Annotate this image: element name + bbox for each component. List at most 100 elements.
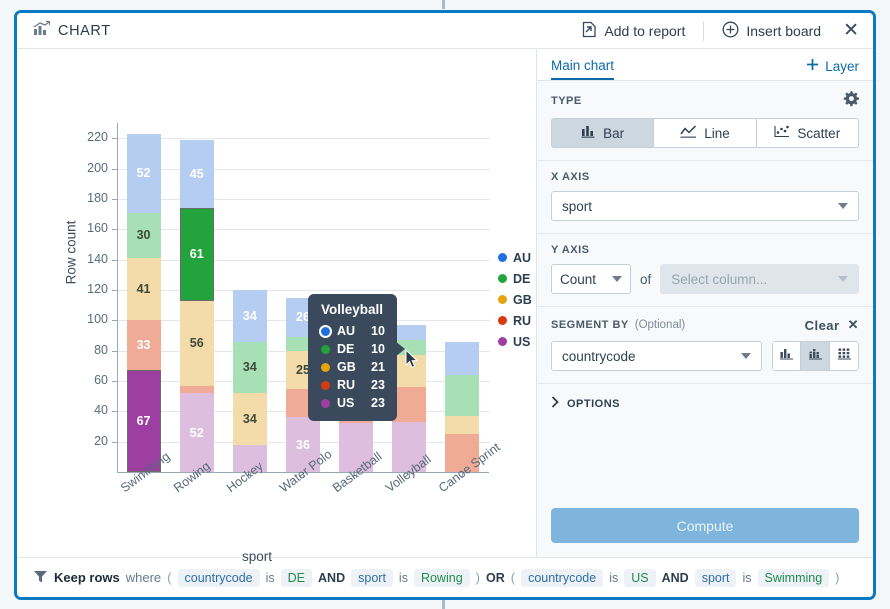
tooltip-color-dot: [321, 344, 330, 354]
filter-value-4[interactable]: Swimming: [757, 568, 830, 587]
filter-keep-label: Keep rows: [54, 570, 120, 585]
filter-field-4[interactable]: sport: [694, 568, 737, 587]
filter-close-paren-1: ): [475, 570, 480, 585]
plus-icon: [806, 58, 819, 74]
filter-field-3[interactable]: countrycode: [521, 568, 604, 587]
bar-segment-label: 36: [296, 437, 310, 452]
bar-segment-label: 45: [189, 166, 204, 181]
type-header: TYPE: [551, 91, 859, 110]
bar-canoe-sprint[interactable]: [445, 341, 480, 472]
bar-segment-AU[interactable]: [392, 324, 427, 340]
close-icon[interactable]: ✕: [848, 317, 859, 333]
legend-item-DE[interactable]: DE: [498, 268, 532, 289]
y-tick-mark: [112, 380, 117, 382]
segment-mode-small-multiples[interactable]: [830, 341, 859, 371]
y-tick-mark: [112, 198, 117, 200]
legend-item-US[interactable]: US: [498, 331, 532, 352]
segment-clear-button[interactable]: Clear: [805, 318, 840, 333]
chart-type-scatter[interactable]: Scatter: [756, 118, 859, 148]
bar-segment-US[interactable]: 52: [179, 393, 214, 472]
add-to-report-button[interactable]: Add to report: [574, 18, 693, 44]
header-divider: [703, 20, 705, 41]
bar-segment-label: 34: [242, 360, 257, 375]
gear-icon[interactable]: [843, 91, 859, 110]
bar-segment-GB[interactable]: [445, 415, 480, 435]
tooltip-row: GB 21: [321, 358, 385, 376]
y-axis-line: [117, 123, 118, 472]
tab-main-chart[interactable]: Main chart: [551, 58, 615, 80]
legend-item-AU[interactable]: AU: [498, 247, 532, 268]
tooltip-series-name: US: [337, 396, 355, 410]
options-toggle[interactable]: OPTIONS: [537, 384, 873, 423]
bar-segment-AU[interactable]: [445, 341, 480, 375]
add-layer-label: Layer: [825, 58, 859, 74]
filter-field-1[interactable]: countrycode: [177, 568, 260, 587]
bar-segment-DE[interactable]: 61: [179, 207, 214, 301]
chevron-down-icon: [838, 276, 848, 282]
bar-segment-RU[interactable]: [392, 387, 427, 422]
segment-row: countrycode: [551, 341, 859, 371]
insert-board-label: Insert board: [746, 22, 822, 39]
legend-color-dot: [498, 253, 507, 262]
y-tick-label: 100: [87, 312, 108, 327]
x-axis-label: X AXIS: [551, 171, 590, 183]
bar-segment-GB[interactable]: 34: [232, 393, 267, 445]
bar-segment-AU[interactable]: 34: [232, 289, 267, 342]
bar-segment-GB[interactable]: 41: [126, 258, 161, 321]
bar-segment-DE[interactable]: [445, 374, 480, 416]
tooltip-series-name: AU: [337, 324, 356, 338]
add-layer-button[interactable]: Layer: [806, 58, 859, 80]
bar-segment-RU[interactable]: [179, 385, 214, 394]
x-axis-select[interactable]: sport: [551, 191, 859, 221]
y-column-select[interactable]: Select column...: [660, 264, 859, 294]
bar-segment-label: 41: [136, 282, 151, 297]
y-agg-select[interactable]: Count: [551, 264, 631, 294]
segment-header: SEGMENT BY (Optional) Clear ✕: [551, 317, 859, 333]
bar-segment-AU[interactable]: 45: [179, 139, 214, 208]
bar-segment-AU[interactable]: 52: [126, 133, 161, 213]
chart-type-bar[interactable]: Bar: [551, 118, 655, 148]
chart-type-group: Bar Line Scatter: [551, 118, 859, 148]
filter-field-2[interactable]: sport: [351, 568, 393, 587]
gridline: [118, 229, 490, 231]
bar-segment-label: 34: [242, 411, 257, 426]
filter-and-2: AND: [661, 570, 689, 585]
bar-segment-RU[interactable]: 33: [126, 320, 161, 371]
compute-button[interactable]: Compute: [551, 508, 859, 543]
tooltip-rows: AU 10 DE 10 GB 21 RU 23 US 23: [321, 322, 385, 412]
insert-board-button[interactable]: Insert board: [714, 18, 829, 44]
chart-type-line-label: Line: [704, 125, 730, 141]
bar-segment-DE[interactable]: 30: [126, 212, 161, 259]
mouse-cursor: [405, 348, 419, 374]
chart-tooltip: Volleyball AU 10 DE 10 GB 21 RU 23 US 23: [308, 294, 397, 421]
segment-mode-stacked[interactable]: [801, 341, 830, 371]
y-tick-label: 40: [94, 403, 108, 418]
bar-hockey[interactable]: 34 34 34: [232, 289, 267, 472]
legend-item-RU[interactable]: RU: [498, 310, 532, 331]
bar-segment-GB[interactable]: 56: [179, 300, 214, 386]
bar-segment-label: 52: [136, 166, 151, 181]
scatter-chart-icon: [774, 125, 790, 141]
filter-value-2[interactable]: Rowing: [413, 568, 470, 587]
tooltip-color-dot: [321, 362, 330, 372]
filter-is-2: is: [398, 570, 408, 585]
filter-value-3[interactable]: US: [624, 568, 656, 587]
filter-or: OR: [485, 570, 505, 585]
filter-value-1[interactable]: DE: [280, 568, 313, 587]
bar-swimming[interactable]: 67 33 41 30 52: [126, 133, 161, 472]
x-axis-label: sport: [241, 549, 272, 564]
chart-type-line[interactable]: Line: [654, 118, 757, 148]
legend-item-GB[interactable]: GB: [498, 289, 532, 310]
tooltip-row: AU 10: [321, 322, 385, 340]
y-tick-mark: [112, 168, 117, 170]
close-icon[interactable]: ✕: [843, 21, 859, 40]
segment-mode-grouped[interactable]: [772, 341, 801, 371]
bar-rowing[interactable]: 52 56 61 45: [179, 139, 214, 472]
bar-segment-DE[interactable]: 34: [232, 341, 267, 394]
y-tick-mark: [112, 138, 117, 140]
bar-segment-label: 30: [136, 228, 151, 243]
segment-select[interactable]: countrycode: [551, 341, 762, 371]
compute-wrap: Compute: [537, 496, 873, 557]
card-body: Row count sport 20 40 60 80 100 120 140 160 180 2…: [17, 49, 873, 564]
legend-color-dot: [498, 274, 507, 283]
